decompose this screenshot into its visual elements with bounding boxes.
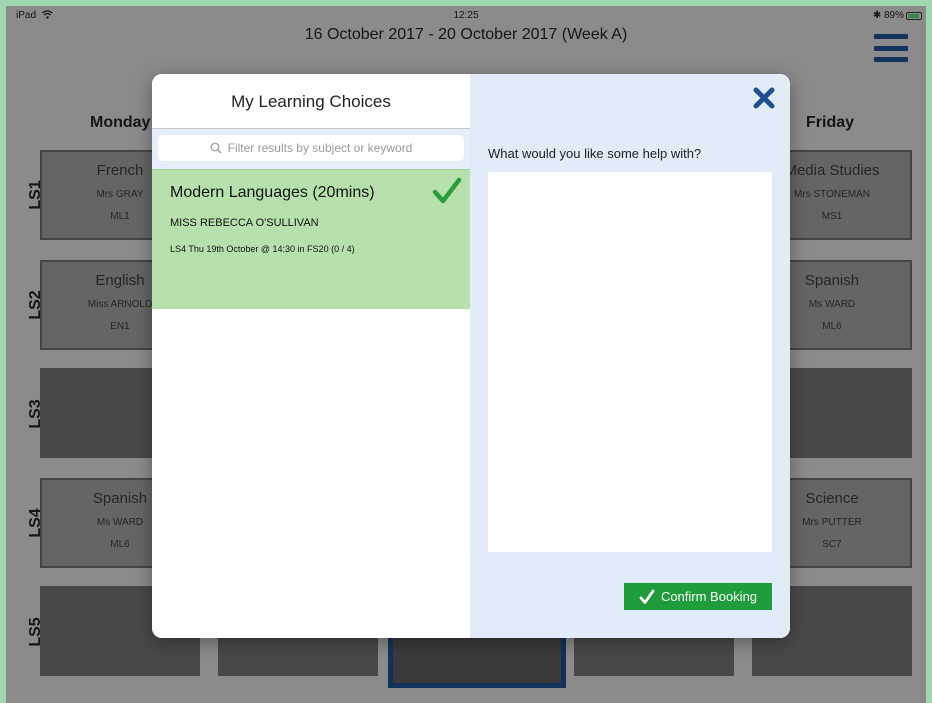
search-input[interactable]: Filter results by subject or keyword [158, 135, 464, 161]
choices-panel: My Learning Choices Filter results by su… [152, 74, 470, 638]
checkmark-icon [639, 589, 655, 604]
modal-title: My Learning Choices [231, 92, 391, 111]
checkmark-icon [432, 177, 462, 204]
learning-choices-modal: My Learning Choices Filter results by su… [152, 74, 790, 638]
result-detail: LS4 Thu 19th October @ 14:30 in FS20 (0 … [170, 244, 355, 254]
confirm-booking-button[interactable]: Confirm Booking [624, 583, 772, 610]
result-teacher: MISS REBECCA O'SULLIVAN [170, 217, 319, 229]
ipad-screen: iPad 12:25 ✱ 89% 16 October 2017 - 20 Oc… [6, 6, 926, 703]
search-bar: Filter results by subject or keyword [152, 129, 470, 169]
confirm-booking-label: Confirm Booking [660, 589, 758, 604]
result-title: Modern Languages (20mins) [170, 184, 375, 201]
search-icon [210, 142, 222, 154]
help-panel: What would you like some help with? Conf… [470, 74, 790, 638]
search-placeholder: Filter results by subject or keyword [227, 141, 413, 155]
help-textarea[interactable] [488, 172, 772, 552]
help-label: What would you like some help with? [488, 146, 702, 161]
close-icon[interactable] [752, 86, 776, 110]
result-item-selected[interactable]: Modern Languages (20mins) MISS REBECCA O… [152, 169, 470, 309]
